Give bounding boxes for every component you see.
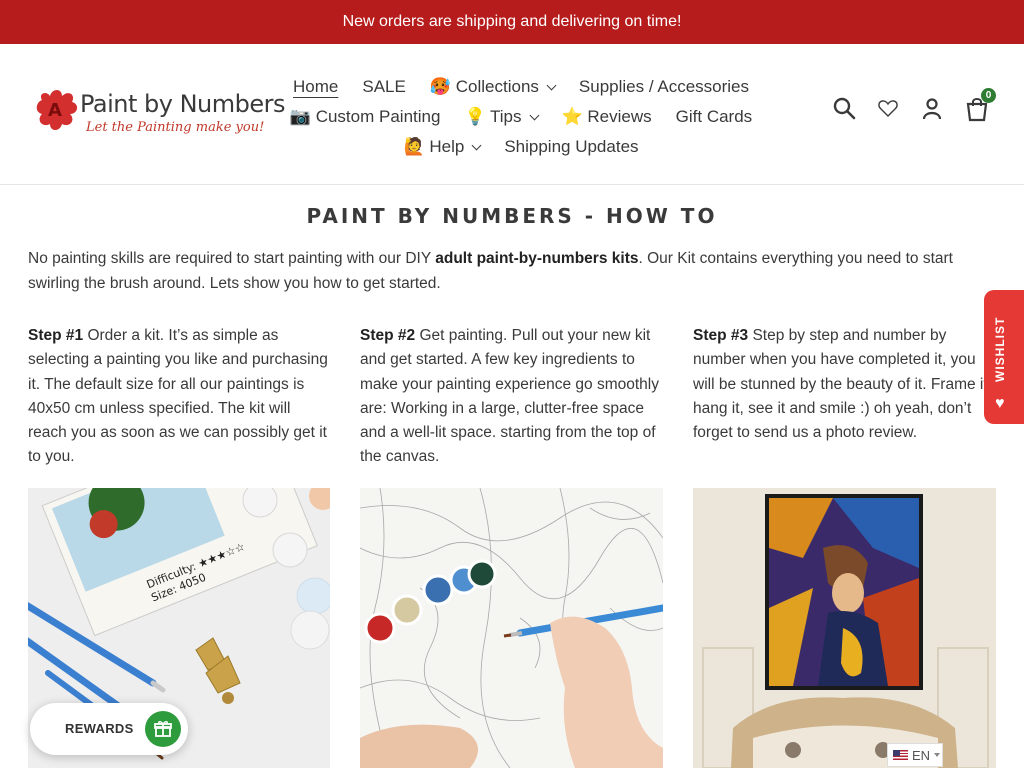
nav-shipping-updates[interactable]: Shipping Updates xyxy=(492,137,650,157)
wishlist-tab[interactable]: WISHLIST ♥ xyxy=(984,290,1024,424)
account-icon[interactable] xyxy=(920,96,944,120)
nav-shipping-updates-label: Shipping Updates xyxy=(504,137,639,156)
nav-tips-label: 💡 Tips xyxy=(464,107,522,126)
heart-icon[interactable] xyxy=(876,96,900,120)
us-flag-icon xyxy=(893,750,908,760)
step-1-text: Step #1 Order a kit. It’s as simple as s… xyxy=(28,324,330,470)
nav-home-label: Home xyxy=(293,77,339,96)
site-header: A Paint by Numbers Let the Painting make… xyxy=(0,44,1024,185)
nav-help[interactable]: 🙋 Help xyxy=(391,137,492,157)
nav-supplies[interactable]: Supplies / Accessories xyxy=(567,77,761,97)
chevron-down-icon xyxy=(471,140,482,150)
language-selector[interactable]: EN xyxy=(887,743,943,767)
svg-text:A: A xyxy=(48,100,62,121)
intro-kits-link[interactable]: adult paint-by-numbers kits xyxy=(435,250,638,267)
nav-row-1: Home SALE 🥵 Collections Supplies / Acces… xyxy=(293,72,749,102)
nav-help-label: 🙋 Help xyxy=(403,137,465,156)
nav-row-2: 📷 Custom Painting 💡 Tips ⭐ Reviews Gift … xyxy=(290,102,752,132)
announcement-text: New orders are shipping and delivering o… xyxy=(342,13,682,30)
step-1-label: Step #1 xyxy=(28,327,84,344)
caret-down-icon xyxy=(934,753,941,757)
header-icons: 0 xyxy=(832,88,996,122)
main-nav: Home SALE 🥵 Collections Supplies / Acces… xyxy=(290,72,752,162)
painting-canvas-image xyxy=(360,488,663,768)
cart-icon[interactable]: 0 xyxy=(964,88,996,122)
paint-splash-icon: A xyxy=(36,90,78,130)
intro-text: No painting skills are required to start… xyxy=(28,246,988,296)
step-3-text: Step #3 Step by step and number by numbe… xyxy=(693,324,993,445)
nav-collections[interactable]: 🥵 Collections xyxy=(418,77,567,97)
nav-gift-cards[interactable]: Gift Cards xyxy=(664,107,765,127)
search-icon[interactable] xyxy=(832,96,856,120)
nav-gift-cards-label: Gift Cards xyxy=(675,107,753,126)
nav-reviews-label: ⭐ Reviews xyxy=(561,107,652,126)
announcement-bar: New orders are shipping and delivering o… xyxy=(0,0,1024,44)
logo-tagline: Let the Painting make you! xyxy=(86,120,265,135)
step-3-label: Step #3 xyxy=(693,327,749,344)
nav-reviews[interactable]: ⭐ Reviews xyxy=(550,107,664,127)
nav-supplies-label: Supplies / Accessories xyxy=(578,77,749,96)
step-2-text: Step #2 Get painting. Pull out your new … xyxy=(360,324,662,470)
nav-home[interactable]: Home xyxy=(281,77,350,97)
nav-tips[interactable]: 💡 Tips xyxy=(452,107,549,127)
framed-painting-image xyxy=(693,488,996,768)
logo-brand-text: Paint by Numbers xyxy=(80,90,286,118)
nav-custom-painting[interactable]: 📷 Custom Painting xyxy=(278,107,453,127)
heart-icon: ♥ xyxy=(995,395,1005,412)
nav-custom-painting-label: 📷 Custom Painting xyxy=(289,107,441,126)
nav-row-3: 🙋 Help Shipping Updates xyxy=(296,132,746,162)
nav-collections-label: 🥵 Collections xyxy=(429,77,539,96)
language-code: EN xyxy=(912,747,931,763)
nav-sale[interactable]: SALE xyxy=(350,77,417,97)
logo[interactable]: A Paint by Numbers Let the Painting make… xyxy=(36,84,286,144)
rewards-label: REWARDS xyxy=(65,721,134,736)
rewards-button[interactable]: REWARDS xyxy=(30,703,188,755)
step-2-body: Get painting. Pull out your new kit and … xyxy=(360,327,659,466)
gift-icon xyxy=(145,711,181,747)
chevron-down-icon xyxy=(546,80,557,90)
wishlist-label: WISHLIST xyxy=(993,316,1007,382)
intro-text-start: No painting skills are required to start… xyxy=(28,250,436,267)
step-3-body: Step by step and number by number when y… xyxy=(693,327,992,442)
page-title: PAINT BY NUMBERS - HOW TO xyxy=(306,204,718,228)
step-2-label: Step #2 xyxy=(360,327,416,344)
step-1-body: Order a kit. It’s as simple as selecting… xyxy=(28,327,328,466)
cart-count-badge: 0 xyxy=(981,88,996,103)
chevron-down-icon xyxy=(529,110,539,120)
nav-sale-label: SALE xyxy=(362,77,406,96)
